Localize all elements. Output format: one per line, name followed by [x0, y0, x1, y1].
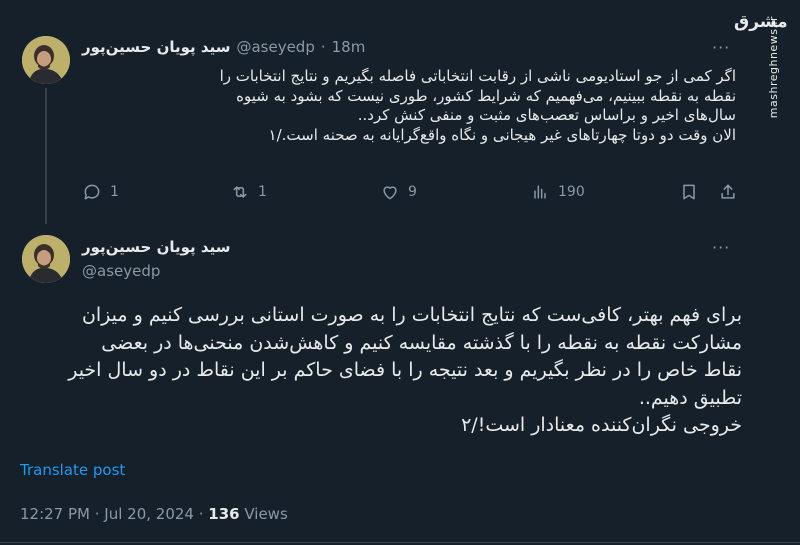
- separator-dot: ·: [320, 38, 326, 56]
- thread-line: [45, 88, 47, 224]
- like-icon: [383, 186, 397, 200]
- views-total[interactable]: 136: [208, 505, 239, 523]
- more-options-icon[interactable]: ···: [712, 238, 730, 257]
- more-options-icon[interactable]: ···: [712, 38, 730, 57]
- tweet-text-line: مشارکت نقطه به نقطه را با گذشته مقایسه ک…: [101, 331, 742, 354]
- watermark-url: mashreghnews.ir: [767, 16, 780, 119]
- tweet-text-line: خروجی نگران‌کننده معنادار است!/۲: [461, 414, 742, 436]
- tweet-text-line: سال‌های اخیر و براساس تعصب‌های مثبت و من…: [357, 106, 736, 124]
- share-icon: [721, 184, 735, 199]
- views-button[interactable]: 190: [530, 182, 585, 202]
- reply-button[interactable]: 1: [82, 182, 119, 202]
- tweet-text: اگر کمی از جو استادیومی ناشی از رقابت ان…: [82, 67, 736, 145]
- bookmark-button[interactable]: [679, 182, 699, 202]
- repost-count: 1: [258, 184, 267, 200]
- repost-icon: [233, 186, 247, 198]
- tweet-text-line: برای فهم بهتر، کافی‌ست که نتایج انتخابات…: [81, 304, 742, 326]
- bookmark-icon: [683, 184, 695, 200]
- repost-button[interactable]: 1: [230, 182, 267, 202]
- translate-post-link[interactable]: Translate post: [20, 461, 125, 479]
- time-ago[interactable]: 18m: [332, 38, 366, 56]
- display-name[interactable]: سید پویان حسین‌پور: [82, 238, 230, 256]
- user-handle[interactable]: @aseyedp: [236, 38, 314, 56]
- like-button[interactable]: 9: [380, 182, 417, 202]
- reply-count: 1: [110, 184, 119, 200]
- post-timestamp[interactable]: 12:27 PM · Jul 20, 2024 ·: [20, 505, 208, 523]
- tweet-text: برای فهم بهتر، کافی‌ست که نتایج انتخابات…: [20, 302, 742, 440]
- tweet-text-line: اگر کمی از جو استادیومی ناشی از رقابت ان…: [219, 67, 736, 85]
- tweet-text-line: الان وقت دو دوتا چهارتاهای غیر هیجانی و …: [268, 125, 736, 144]
- display-name[interactable]: سید پویان حسین‌پور: [82, 38, 230, 56]
- tweet-text-line: نقطه به نقطه ببینیم، می‌فهمیم که شرایط ک…: [236, 86, 736, 105]
- share-button[interactable]: [718, 182, 738, 202]
- tweet-text-line: تطبیق دهیم..: [638, 386, 742, 409]
- reply-icon: [84, 184, 100, 200]
- post-metadata: 12:27 PM · Jul 20, 2024 · 136 Views: [20, 505, 288, 523]
- user-handle[interactable]: @aseyedp: [82, 262, 160, 280]
- views-icon: [534, 185, 546, 199]
- bottom-divider: [0, 542, 800, 543]
- like-count: 9: [408, 184, 417, 200]
- views-label: Views: [239, 505, 288, 523]
- tweet-text-line: نقاط خاص را در نظر بگیریم و بعد نتیجه را…: [68, 359, 742, 381]
- avatar[interactable]: [22, 36, 70, 84]
- avatar[interactable]: [22, 235, 70, 283]
- views-count: 190: [558, 184, 585, 200]
